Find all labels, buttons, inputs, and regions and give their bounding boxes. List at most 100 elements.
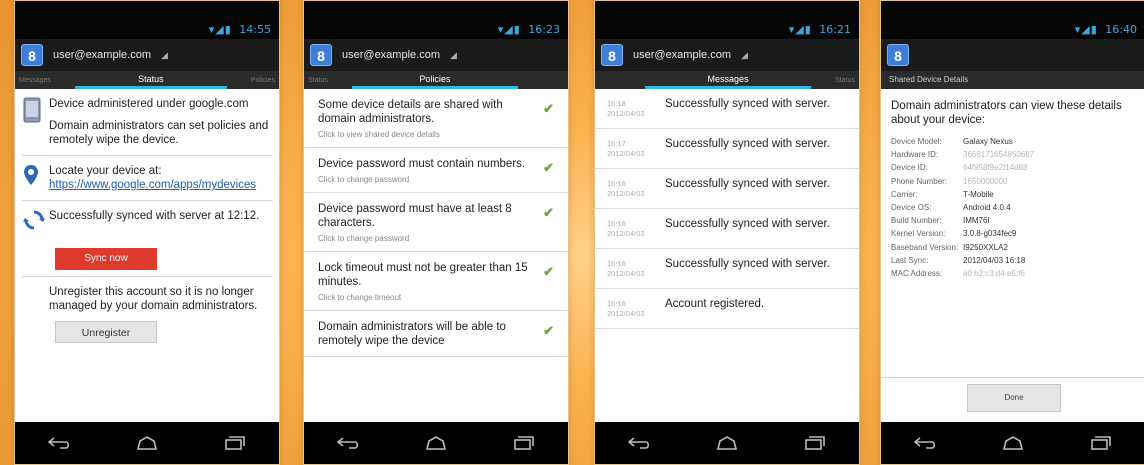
message-item: 16:16 2012/04/03 Successfully synced with…	[595, 209, 859, 249]
admin-text: Device administered under google.com	[49, 98, 249, 110]
app-logo-icon: 8	[601, 44, 623, 66]
account-name[interactable]: user@example.com	[342, 49, 440, 61]
tab-policies[interactable]: Policies	[247, 77, 279, 84]
message-time: 16:16	[607, 259, 626, 268]
home-icon[interactable]	[421, 434, 451, 452]
policy-subtitle: Click to change password	[318, 234, 410, 243]
message-date: 2012/04/03	[607, 109, 645, 118]
status-bar: ▾◢▮ 16:21	[595, 1, 859, 39]
app-logo-icon: 8	[21, 44, 43, 66]
back-icon[interactable]	[333, 434, 363, 452]
clock: 16:40	[1105, 23, 1137, 36]
check-icon: ✔	[543, 323, 554, 338]
detail-value: Android 4.0.4	[963, 203, 1011, 213]
sync-row: Successfully synced with server at 12:12…	[15, 201, 279, 240]
detail-row: Carrier: T-Mobile	[891, 188, 1135, 201]
signal-icon: ▾◢▮	[1074, 23, 1098, 36]
tab-bar: Messages Status Policies	[15, 71, 279, 89]
detail-value: T-Mobile	[963, 189, 994, 199]
message-time: 16:16	[607, 219, 626, 228]
detail-key: Build Number:	[891, 216, 942, 226]
check-icon: ✔	[543, 101, 554, 116]
detail-row: Phone Number: 1650000000	[891, 175, 1135, 188]
message-date: 2012/04/03	[607, 229, 645, 238]
policy-item[interactable]: Lock timeout must not be greater than 15…	[304, 252, 568, 311]
recent-apps-icon[interactable]	[220, 434, 250, 452]
message-date: 2012/04/03	[607, 149, 645, 158]
recent-apps-icon[interactable]	[1086, 434, 1116, 452]
details-heading: Domain administrators can view these det…	[891, 100, 1122, 126]
back-icon[interactable]	[624, 434, 654, 452]
policy-item[interactable]: Some device details are shared with doma…	[304, 89, 568, 148]
message-date: 2012/04/03	[607, 309, 645, 318]
account-name[interactable]: user@example.com	[53, 49, 151, 61]
tab-messages[interactable]: Messages	[15, 77, 55, 84]
home-icon[interactable]	[998, 434, 1028, 452]
detail-row: MAC Address: a0:b2:c3:d4:e5:f6	[891, 267, 1135, 280]
unregister-text: Unregister this account so it is no long…	[49, 286, 258, 312]
policy-item[interactable]: Device password must have at least 8 cha…	[304, 193, 568, 252]
tab-status[interactable]: Status	[831, 77, 859, 84]
signal-icon: ▾◢▮	[497, 23, 521, 36]
recent-apps-icon[interactable]	[509, 434, 539, 452]
status-content: Device administered under google.com Dom…	[15, 89, 279, 422]
message-time: 16:16	[607, 179, 626, 188]
policy-title: Device password must have at least 8 cha…	[318, 203, 512, 229]
home-icon[interactable]	[132, 434, 162, 452]
app-logo-icon: 8	[310, 44, 332, 66]
home-icon[interactable]	[712, 434, 742, 452]
policy-item[interactable]: Device password must contain numbers. Cl…	[304, 148, 568, 193]
location-pin-icon	[23, 164, 49, 192]
detail-row: Build Number: IMM76I	[891, 214, 1135, 227]
account-dropdown-icon[interactable]: ◢	[450, 50, 457, 61]
account-dropdown-icon[interactable]: ◢	[741, 50, 748, 61]
account-name[interactable]: user@example.com	[633, 49, 731, 61]
phone-device-details-screen: ▾◢▮ 16:40 8 Shared Device Details Domain…	[880, 0, 1144, 465]
detail-row: Device ID: 64f958f9e2f14d88	[891, 161, 1135, 174]
tab-bar: Messages Status	[595, 71, 859, 89]
check-icon: ✔	[543, 264, 554, 279]
detail-value: a0:b2:c3:d4:e5:f6	[963, 269, 1025, 279]
detail-row: Device Model: Galaxy Nexus	[891, 135, 1135, 148]
account-dropdown-icon[interactable]: ◢	[161, 50, 168, 61]
tab-messages[interactable]: Messages	[645, 71, 812, 89]
locate-text: Locate your device at:	[49, 165, 162, 177]
screen-title: Shared Device Details	[881, 71, 1144, 89]
detail-key: Device Model:	[891, 137, 942, 146]
message-text: Successfully synced with server.	[665, 138, 830, 150]
detail-value: IMM76I	[963, 216, 990, 226]
policy-title: Domain administrators will be able to re…	[318, 321, 506, 347]
recent-apps-icon[interactable]	[800, 434, 830, 452]
tab-status[interactable]: Status	[304, 77, 332, 84]
admin-info-row: Device administered under google.com Dom…	[15, 89, 279, 155]
back-icon[interactable]	[910, 434, 940, 452]
locate-row: Locate your device at: https://www.googl…	[15, 156, 279, 200]
message-text: Successfully synced with server.	[665, 218, 830, 230]
message-date: 2012/04/03	[607, 189, 645, 198]
messages-list: 16:18 2012/04/03 Successfully synced with…	[595, 89, 859, 422]
action-bar: 8	[881, 39, 1144, 71]
nav-bar	[304, 422, 568, 464]
mydevices-link[interactable]: https://www.google.com/apps/mydevices	[49, 179, 256, 191]
detail-key: Device OS:	[891, 203, 932, 213]
sync-icon	[23, 209, 49, 236]
unregister-button[interactable]: Unregister	[55, 321, 157, 343]
detail-row: Device OS: Android 4.0.4	[891, 201, 1135, 214]
message-time: 16:18	[607, 99, 626, 108]
device-details: Domain administrators can view these det…	[881, 89, 1144, 422]
policy-title: Device password must contain numbers.	[318, 158, 526, 170]
tab-status[interactable]: Status	[74, 71, 227, 89]
signal-icon: ▾◢▮	[208, 23, 232, 36]
status-bar: ▾◢▮ 16:40	[881, 1, 1144, 39]
done-button[interactable]: Done	[967, 384, 1061, 412]
status-bar: ▾◢▮ 16:23	[304, 1, 568, 39]
action-bar: 8 user@example.com ◢	[15, 39, 279, 71]
message-item: 16:18 2012/04/03 Successfully synced with…	[595, 89, 859, 129]
sync-now-button[interactable]: Sync now	[55, 248, 157, 270]
policy-item: Domain administrators will be able to re…	[304, 311, 568, 357]
back-icon[interactable]	[44, 434, 74, 452]
detail-row: Hardware ID: 3668171654850687	[891, 148, 1135, 161]
policy-title: Lock timeout must not be greater than 15…	[318, 262, 528, 288]
signal-icon: ▾◢▮	[788, 23, 812, 36]
tab-policies[interactable]: Policies	[351, 71, 518, 89]
